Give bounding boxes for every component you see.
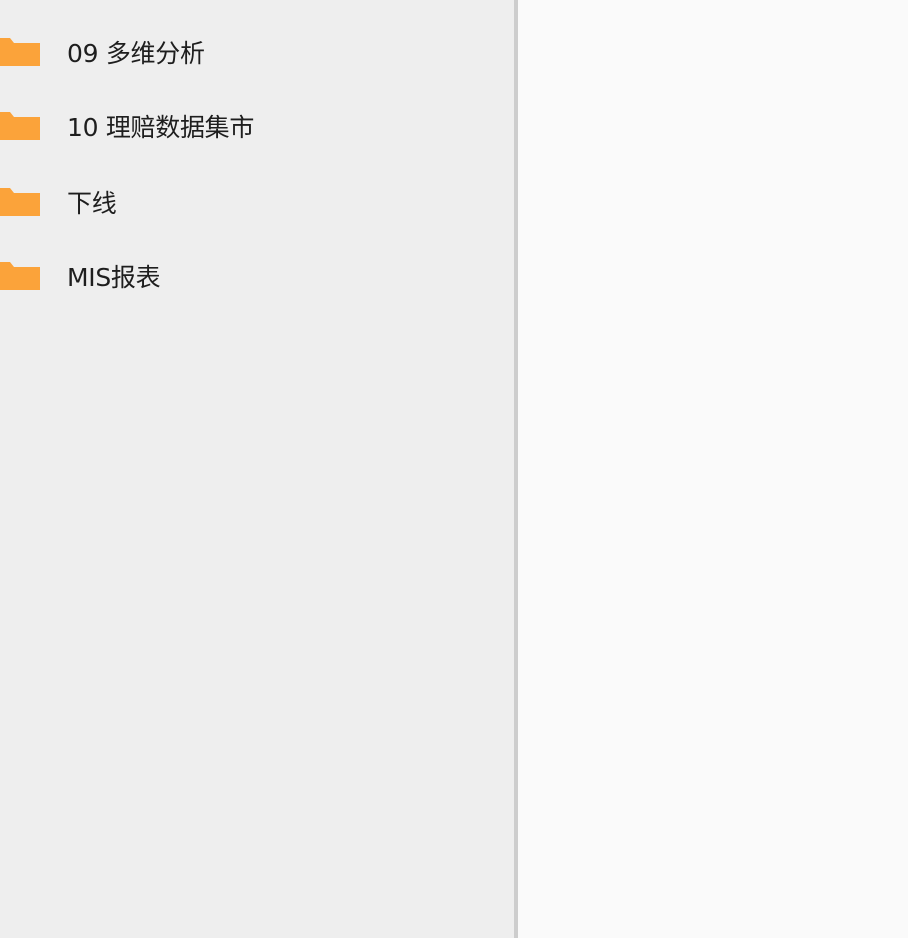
folder-item-10[interactable]: 10 理赔数据集市: [0, 100, 514, 152]
folder-item-mis-reports[interactable]: MIS报表: [0, 250, 514, 302]
folder-icon: [0, 188, 40, 216]
folder-label: 10 理赔数据集市: [67, 113, 255, 142]
content-pane: [518, 0, 908, 938]
folder-sidebar: 09 多维分析 10 理赔数据集市 下线 MIS报表: [0, 0, 518, 938]
folder-icon: [0, 262, 40, 290]
folder-icon: [0, 38, 40, 66]
folder-item-09[interactable]: 09 多维分析: [0, 26, 514, 78]
folder-item-offline[interactable]: 下线: [0, 176, 514, 228]
folder-icon: [0, 112, 40, 140]
folder-label: 下线: [67, 189, 117, 218]
folder-label: MIS报表: [67, 263, 161, 292]
folder-label: 09 多维分析: [67, 39, 205, 68]
